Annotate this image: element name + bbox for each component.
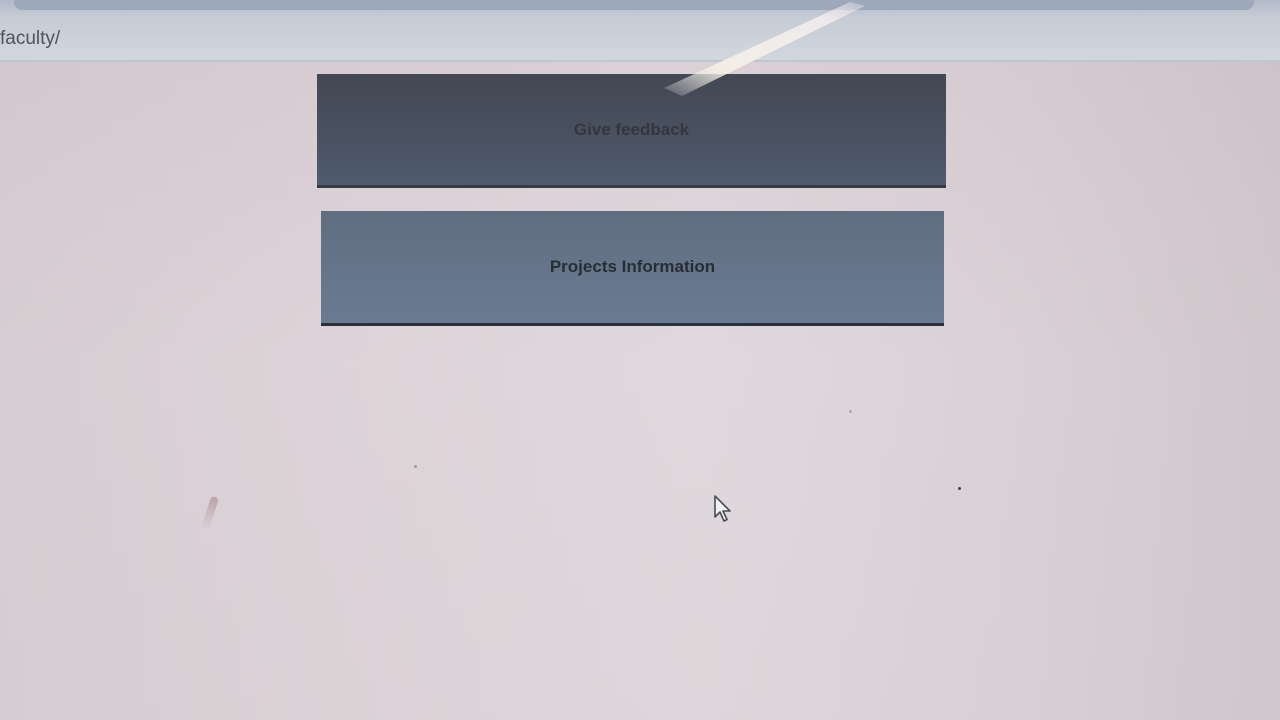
screen-smudge [200, 495, 220, 531]
browser-tab[interactable] [14, 0, 1254, 10]
arrow-cursor-icon [714, 495, 731, 522]
projects-information-label: Projects Information [549, 257, 716, 276]
screen-speck [849, 410, 852, 413]
screen-speck [958, 487, 961, 490]
browser-tab-strip [0, 0, 1280, 16]
screen-speck [414, 465, 417, 468]
projects-information-button[interactable]: Projects Information [321, 211, 944, 326]
give-feedback-label: Give feedback [573, 119, 690, 139]
url-text[interactable]: faculty/ [0, 28, 60, 50]
give-feedback-button[interactable]: Give feedback [317, 74, 946, 188]
address-bar[interactable]: faculty/ [0, 16, 1280, 62]
